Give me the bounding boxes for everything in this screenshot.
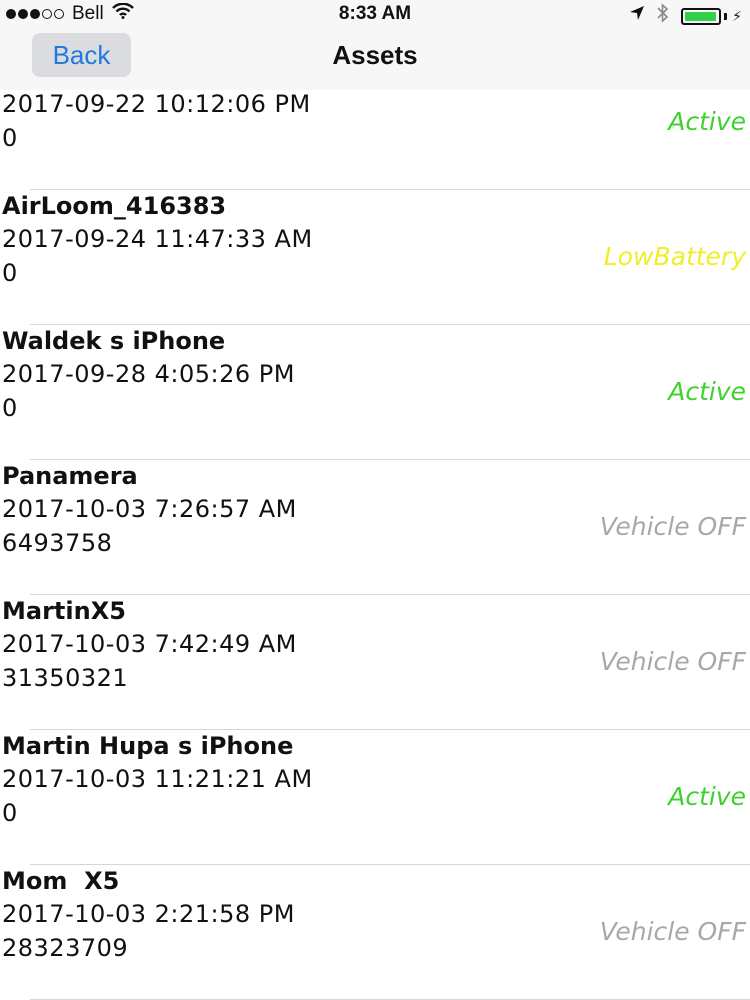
asset-timestamp: 2017-09-22 10:12:06 PM	[2, 90, 311, 118]
list-item[interactable]: 2017-09-22 10:12:06 PM 0 Active	[0, 90, 750, 190]
list-item[interactable]: Martin Hupa s iPhone 2017-10-03 11:21:21 …	[0, 730, 750, 865]
asset-name: Panamera	[2, 462, 138, 490]
asset-name: Waldek s iPhone	[2, 327, 226, 355]
navigation-bar: Back Assets	[0, 30, 750, 90]
asset-timestamp: 2017-10-03 11:21:21 AM	[2, 765, 313, 793]
charging-bolt-icon: ⚡︎	[732, 7, 742, 24]
list-item[interactable]: Mom X5 2017-10-03 2:21:58 PM 28323709 Vehic…	[0, 865, 750, 1000]
asset-timestamp: 2017-10-03 2:21:58 PM	[2, 900, 295, 928]
asset-timestamp: 2017-09-24 11:47:33 AM	[2, 225, 313, 253]
asset-value: 31350321	[2, 664, 129, 692]
asset-timestamp: 2017-10-03 7:42:49 AM	[2, 630, 297, 658]
status-label: Vehicle OFF	[599, 647, 746, 676]
battery-level	[685, 11, 716, 21]
list-item[interactable]: AirLoom_416383 2017-09-24 11:47:33 AM 0 Low…	[0, 190, 750, 325]
status-label: LowBattery	[603, 242, 746, 271]
asset-value: 6493758	[2, 529, 113, 557]
asset-name: Mom X5	[2, 867, 120, 895]
list-item[interactable]: Panamera 2017-10-03 7:26:57 AM 6493758 Vehi…	[0, 460, 750, 595]
status-label: Active	[668, 107, 746, 136]
list-item[interactable]: MartinX5 2017-10-03 7:42:49 AM 31350321 Veh…	[0, 595, 750, 730]
asset-value: 28323709	[2, 934, 129, 962]
asset-name: MartinX5	[2, 597, 126, 625]
asset-value: 0	[2, 394, 18, 422]
battery-icon	[681, 7, 722, 25]
asset-value: 0	[2, 799, 18, 827]
bluetooth-icon	[657, 3, 669, 29]
status-label: Active	[668, 377, 746, 406]
asset-value: 0	[2, 259, 18, 287]
list-item[interactable]: Waldek s iPhone 2017-09-28 4:05:26 PM 0 Act…	[0, 325, 750, 460]
asset-name: AirLoom_416383	[2, 192, 227, 220]
status-label: Vehicle OFF	[599, 917, 746, 946]
status-label: Active	[668, 782, 746, 811]
asset-timestamp: 2017-10-03 7:26:57 AM	[2, 495, 297, 523]
battery-cap	[724, 12, 728, 20]
status-bar-right: ⚡︎	[629, 3, 742, 29]
assets-list[interactable]: 2017-09-22 10:12:06 PM 0 Active AirLoom_416…	[0, 90, 750, 1000]
page-title: Assets	[332, 40, 418, 70]
asset-name: Martin Hupa s iPhone	[2, 732, 294, 760]
status-label: Vehicle OFF	[599, 512, 746, 541]
asset-value: 0	[2, 124, 18, 152]
status-bar: Bell 8:33 AM ⚡︎	[0, 0, 750, 30]
asset-timestamp: 2017-09-28 4:05:26 PM	[2, 360, 295, 388]
location-arrow-icon	[629, 5, 645, 27]
